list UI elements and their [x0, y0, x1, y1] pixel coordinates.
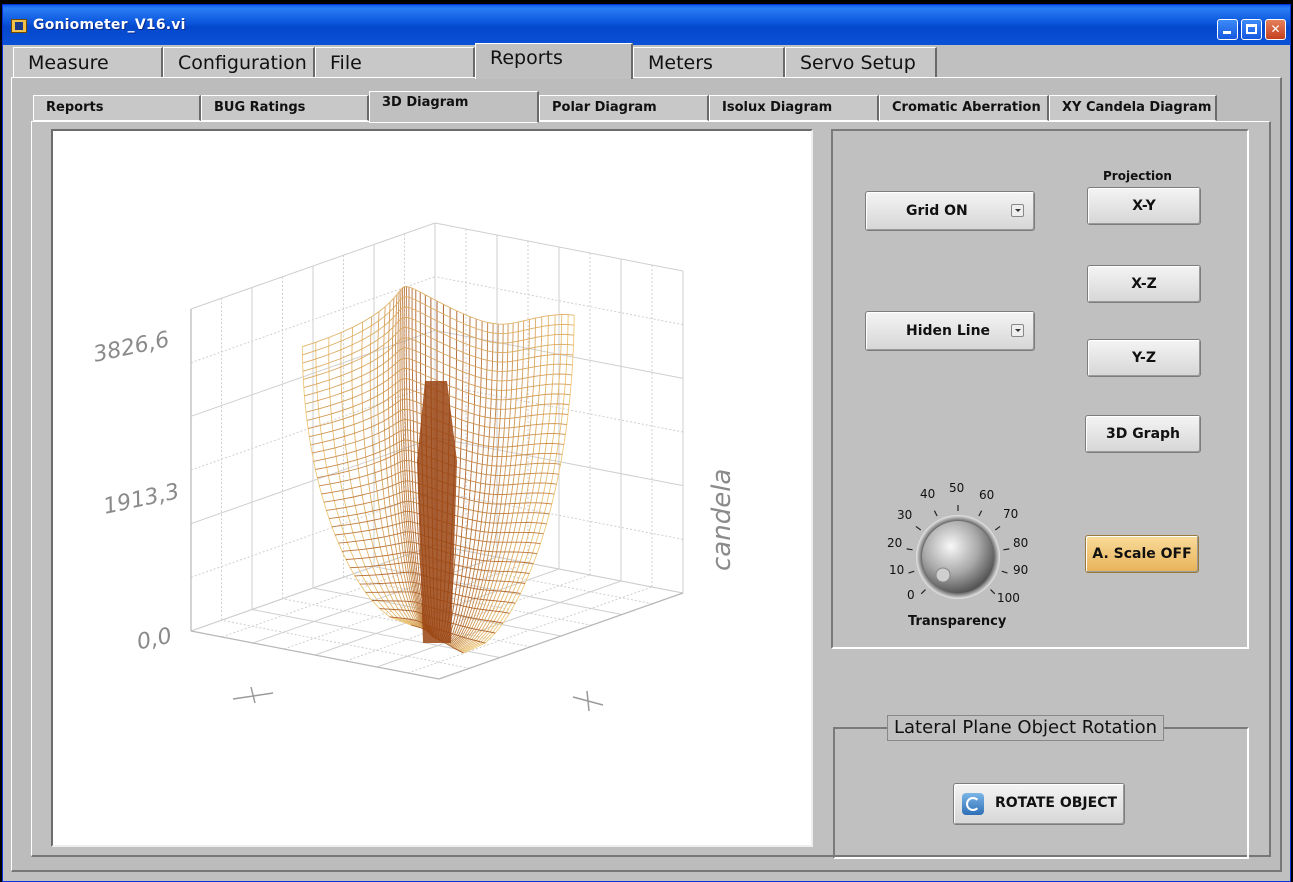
tab-reports[interactable]: Reports — [475, 43, 633, 79]
minimize-button[interactable] — [1217, 19, 1238, 40]
x-axis-symbol — [250, 686, 256, 704]
tab-file[interactable]: File — [315, 47, 475, 77]
knob-tick-100: 100 — [997, 591, 1020, 605]
app-window: Goniometer_V16.vi ✕ Measure Configuratio… — [2, 4, 1291, 882]
mesh-parallel — [302, 296, 575, 356]
knob-tick-90: 90 — [1013, 563, 1029, 577]
subtab-isolux-diagram[interactable]: Isolux Diagram — [709, 95, 879, 121]
knob-tick-mark — [906, 548, 913, 551]
maximize-button[interactable] — [1241, 19, 1262, 40]
knob-tick-40: 40 — [920, 487, 936, 501]
tab-meters[interactable]: Meters — [633, 47, 785, 77]
minimize-icon — [1223, 31, 1231, 34]
subtab-cromatic-aberration[interactable]: Cromatic Aberration — [879, 95, 1049, 121]
line-style-menu[interactable]: Hiden Line — [865, 311, 1035, 351]
close-button[interactable]: ✕ — [1265, 19, 1286, 40]
knob-tick-50: 50 — [949, 481, 965, 495]
subtab-xy-candela-diagram[interactable]: XY Candela Diagram — [1049, 95, 1217, 121]
y-axis-symbol — [586, 690, 590, 712]
knob-tick-mark — [978, 510, 983, 517]
knob-tick-mark — [990, 589, 996, 595]
maximize-icon — [1246, 24, 1257, 34]
knob-tick-0: 0 — [907, 588, 915, 602]
client-area: Measure Configuration File Reports Meter… — [3, 43, 1290, 881]
auto-scale-toggle[interactable]: A. Scale OFF — [1085, 535, 1199, 573]
line-style-menu-label: Hiden Line — [906, 323, 991, 339]
dropdown-arrow-icon — [1011, 324, 1024, 337]
knob-tick-mark — [920, 589, 926, 595]
knob-tick-mark — [994, 525, 1001, 531]
knob-tick-10: 10 — [889, 563, 905, 577]
knob-tick-mark — [908, 570, 915, 574]
3d-surface-graph[interactable]: 3826,6 1913,3 0,0 candela — [51, 129, 813, 847]
knob-tick-30: 30 — [897, 508, 913, 522]
tab-configuration[interactable]: Configuration — [163, 47, 315, 77]
rotate-object-label: ROTATE OBJECT — [994, 795, 1118, 811]
transparency-label: Transparency — [908, 614, 1007, 629]
dropdown-arrow-icon — [1011, 204, 1024, 217]
projection-yz-button[interactable]: Y-Z — [1087, 339, 1201, 377]
projection-xz-button[interactable]: X-Z — [1087, 265, 1201, 303]
grid-menu-label: Grid ON — [906, 203, 968, 219]
subtab-reports[interactable]: Reports — [33, 95, 201, 121]
knob-tick-80: 80 — [1013, 536, 1029, 550]
close-icon: ✕ — [1270, 22, 1281, 36]
knob-tick-60: 60 — [979, 488, 995, 502]
rotation-group-label: Lateral Plane Object Rotation — [887, 715, 1165, 741]
projection-title: Projection — [1103, 169, 1172, 183]
surface-center-lobe — [417, 381, 457, 643]
knob-tick-mark — [915, 525, 922, 531]
subtab-bug-ratings[interactable]: BUG Ratings — [201, 95, 369, 121]
subtab-polar-diagram[interactable]: Polar Diagram — [539, 95, 709, 121]
knob-tick-20: 20 — [887, 536, 903, 550]
window-title: Goniometer_V16.vi — [33, 17, 186, 33]
grid-menu[interactable]: Grid ON — [865, 191, 1035, 231]
knob-tick-mark — [933, 510, 938, 517]
knob-tick-70: 70 — [1003, 507, 1019, 521]
projection-xy-button[interactable]: X-Y — [1087, 187, 1201, 225]
tab-servo-setup[interactable]: Servo Setup — [785, 47, 937, 77]
labview-app-icon — [11, 19, 27, 33]
3d-graph-button[interactable]: 3D Graph — [1085, 415, 1201, 453]
subtab-3d-diagram[interactable]: 3D Diagram — [369, 91, 539, 123]
title-bar: Goniometer_V16.vi ✕ — [3, 5, 1290, 45]
knob-tick-mark — [1003, 548, 1010, 551]
rotate-icon — [962, 793, 984, 815]
z-axis-label: candela — [707, 468, 737, 571]
knob-tick-mark — [1001, 570, 1008, 574]
rotate-object-button[interactable]: ROTATE OBJECT — [953, 783, 1125, 825]
tab-measure[interactable]: Measure — [13, 47, 163, 77]
